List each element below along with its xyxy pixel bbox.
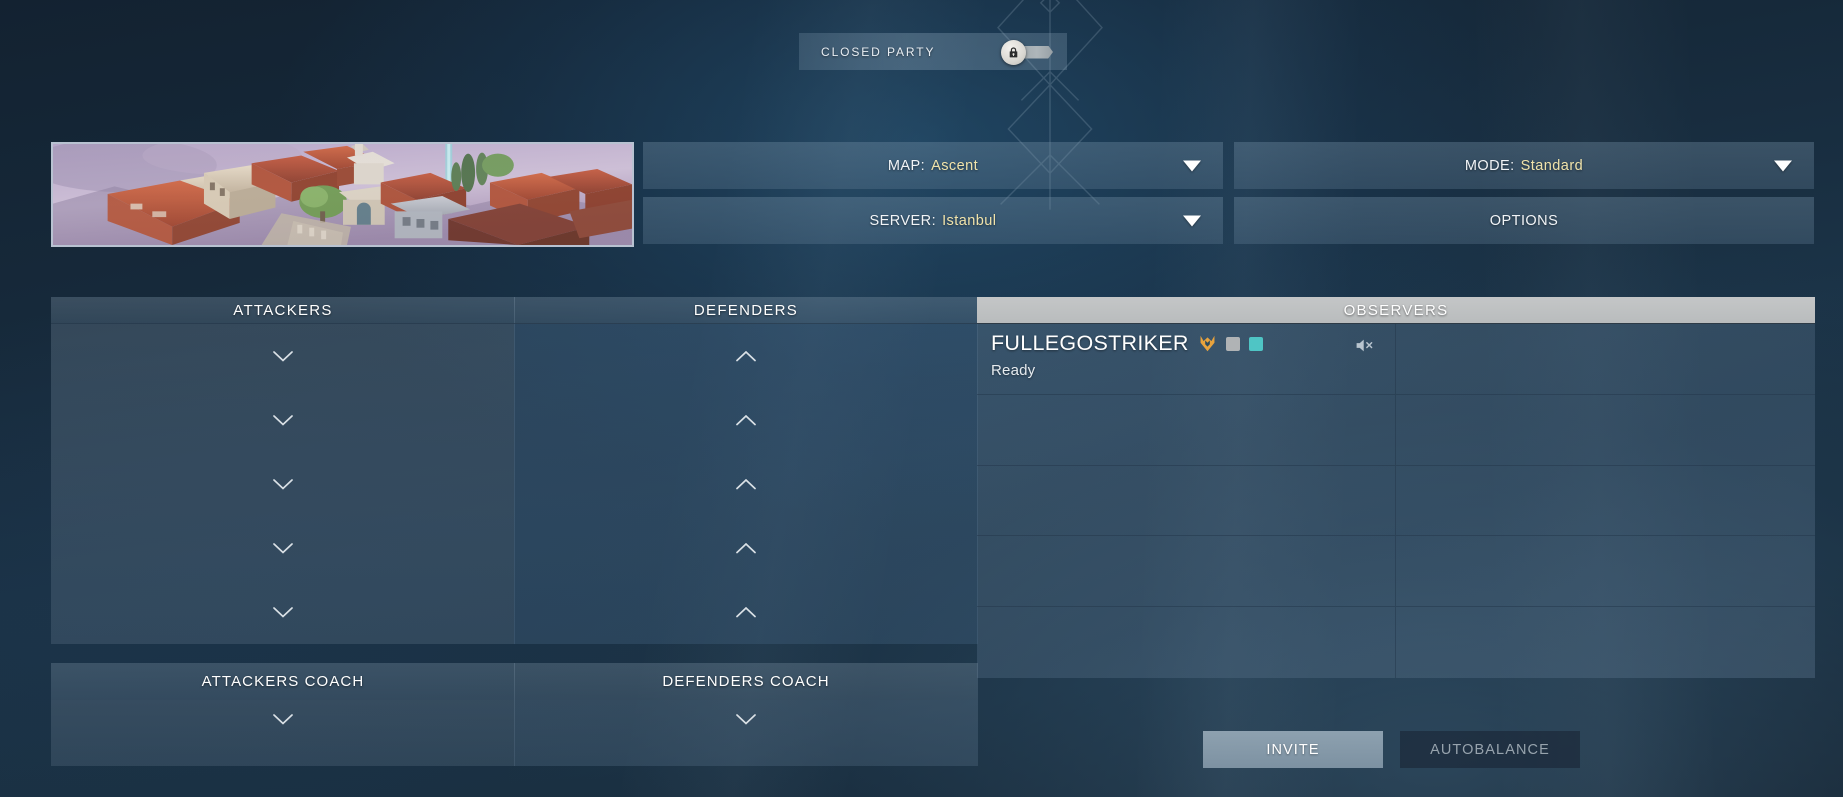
observer-slot-empty[interactable]: [1396, 324, 1815, 395]
chevron-up-icon[interactable]: [736, 542, 756, 554]
defenders-slot[interactable]: [514, 516, 978, 580]
observer-slot-empty[interactable]: [977, 465, 1396, 537]
server-selector-value: Istanbul: [942, 212, 997, 229]
map-server-selector-column: MAP: Ascent SERVER: Istanbul: [643, 142, 1223, 244]
attackers-slot[interactable]: [51, 452, 515, 516]
chevron-down-icon[interactable]: [273, 478, 293, 490]
chevron-up-icon[interactable]: [736, 350, 756, 362]
caret-down-icon[interactable]: [1183, 215, 1201, 226]
map-selector-value: Ascent: [931, 157, 979, 174]
caret-down-icon[interactable]: [1774, 160, 1792, 171]
invite-button[interactable]: INVITE: [1203, 731, 1383, 768]
defenders-slot[interactable]: [514, 452, 978, 516]
defenders-header: DEFENDERS: [514, 297, 978, 324]
map-selector[interactable]: MAP: Ascent: [643, 142, 1223, 189]
attackers-slot-list: [51, 324, 515, 644]
defenders-slot-list: [514, 324, 978, 644]
chevron-down-icon[interactable]: [273, 606, 293, 618]
defenders-slot[interactable]: [514, 388, 978, 452]
observer-slot-empty[interactable]: [1396, 466, 1815, 537]
attackers-panel: ATTACKERS: [51, 297, 515, 644]
map-preview-art: [53, 144, 632, 245]
observers-header: OBSERVERS: [977, 297, 1815, 324]
chevron-down-icon[interactable]: [273, 350, 293, 362]
chevron-down-icon[interactable]: [736, 714, 756, 725]
agent-badge-icon: [1198, 335, 1217, 352]
observer-status: Ready: [991, 361, 1036, 379]
observer-slot-empty[interactable]: [1396, 536, 1815, 608]
map-selector-label: MAP:: [887, 157, 926, 174]
chevron-up-icon[interactable]: [736, 606, 756, 618]
attackers-coach-panel: ATTACKERS COACH: [51, 663, 515, 766]
map-preview-thumbnail: [51, 142, 634, 247]
observer-slot-filled[interactable]: FULLEGOSTRIKER Ready: [977, 324, 1396, 395]
observers-grid: FULLEGOSTRIKER Ready: [977, 324, 1815, 678]
attackers-slot[interactable]: [51, 388, 515, 452]
observer-slot-empty[interactable]: [1396, 395, 1815, 466]
chevron-up-icon[interactable]: [736, 414, 756, 426]
mode-options-column: MODE: Standard OPTIONS: [1234, 142, 1814, 244]
caret-down-icon[interactable]: [1183, 160, 1201, 171]
defenders-coach-header: DEFENDERS COACH: [514, 663, 978, 700]
chevron-down-icon[interactable]: [273, 414, 293, 426]
chevron-down-icon[interactable]: [273, 714, 293, 725]
lock-icon[interactable]: [1001, 39, 1026, 65]
defenders-coach-slot[interactable]: [514, 700, 978, 766]
attackers-slot[interactable]: [51, 516, 515, 580]
attackers-slot[interactable]: [51, 580, 515, 644]
observers-panel: OBSERVERS FULLEGOSTRIKER Ready: [977, 297, 1815, 678]
party-privacy-toggle[interactable]: [1001, 39, 1053, 65]
observer-chip-teal: [1248, 336, 1263, 351]
observer-slot-empty[interactable]: [977, 536, 1396, 608]
valorant-custom-game-lobby: CLOSED PARTY MAP: Ascent SERVER: Istanbu…: [0, 0, 1843, 797]
mode-selector[interactable]: MODE: Standard: [1234, 142, 1814, 189]
mode-selector-value: Standard: [1520, 157, 1584, 174]
autobalance-button[interactable]: AUTOBALANCE: [1400, 731, 1580, 768]
observer-name-row: FULLEGOSTRIKER: [991, 331, 1381, 355]
chevron-up-icon[interactable]: [736, 478, 756, 490]
options-button-label: OPTIONS: [1489, 212, 1559, 229]
defenders-slot[interactable]: [514, 580, 978, 644]
options-button[interactable]: OPTIONS: [1234, 197, 1814, 244]
attackers-coach-header: ATTACKERS COACH: [51, 663, 515, 700]
server-selector[interactable]: SERVER: Istanbul: [643, 197, 1223, 244]
observer-slot-empty[interactable]: [977, 607, 1396, 678]
mode-selector-label: MODE:: [1464, 157, 1515, 174]
observer-chip-gray: [1225, 336, 1240, 351]
speaker-muted-icon[interactable]: [1355, 338, 1374, 353]
attackers-coach-slot[interactable]: [51, 700, 515, 766]
lobby-action-buttons: INVITE AUTOBALANCE: [1203, 731, 1580, 768]
chevron-down-icon[interactable]: [273, 542, 293, 554]
attackers-slot[interactable]: [51, 324, 515, 388]
server-selector-label: SERVER:: [869, 212, 937, 229]
attackers-header: ATTACKERS: [51, 297, 515, 324]
observer-name: FULLEGOSTRIKER: [991, 331, 1189, 355]
defenders-slot[interactable]: [514, 324, 978, 388]
observer-slot-empty[interactable]: [977, 394, 1396, 466]
closed-party-label: CLOSED PARTY: [821, 44, 936, 59]
defenders-coach-panel: DEFENDERS COACH: [514, 663, 978, 766]
closed-party-toggle-bar[interactable]: CLOSED PARTY: [799, 33, 1067, 70]
defenders-panel: DEFENDERS: [514, 297, 978, 644]
observer-slot-empty[interactable]: [1396, 607, 1815, 678]
